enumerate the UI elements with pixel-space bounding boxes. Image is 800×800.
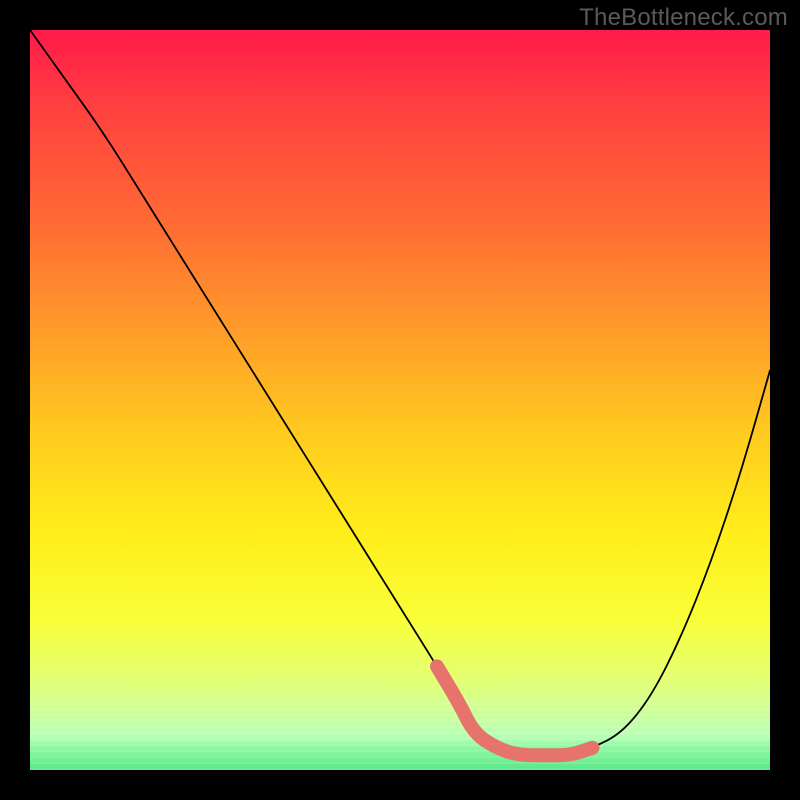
plot-area <box>30 30 770 770</box>
bottleneck-curve <box>30 30 770 755</box>
watermark-text: TheBottleneck.com <box>579 4 788 32</box>
chart-frame: TheBottleneck.com <box>0 0 800 800</box>
curve-svg <box>30 30 770 770</box>
highlight-segment <box>437 666 592 755</box>
